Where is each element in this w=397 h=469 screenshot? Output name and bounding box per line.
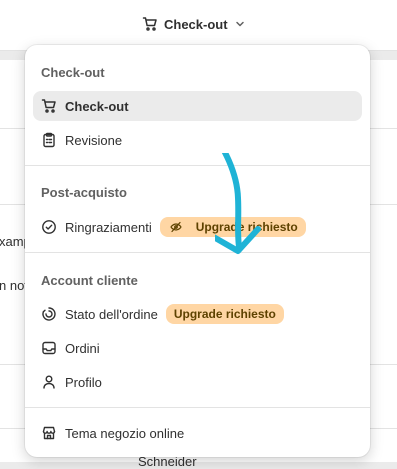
page-switcher-label: Check-out: [164, 16, 228, 32]
menu-item-tema-negozio[interactable]: Tema negozio online: [33, 418, 362, 448]
menu-item-label: Ordini: [65, 340, 100, 356]
annotation-arrow: [215, 153, 261, 254]
menu-item-revisione[interactable]: Revisione: [33, 125, 362, 155]
background-text: n not: [0, 278, 28, 293]
cart-icon: [142, 16, 158, 32]
section-divider: [25, 252, 370, 253]
menu-item-label: Tema negozio online: [65, 425, 185, 441]
section-title-account-cliente: Account cliente: [41, 273, 138, 288]
menu-item-profilo[interactable]: Profilo: [33, 367, 362, 397]
menu-item-checkout[interactable]: Check-out: [33, 91, 362, 121]
cart-icon: [41, 98, 57, 114]
inbox-icon: [41, 340, 57, 356]
menu-item-label: Revisione: [65, 132, 123, 148]
menu-item-label: Ringraziamenti: [65, 219, 152, 235]
section-title-post-acquisto: Post-acquisto: [41, 185, 127, 200]
clipboard-icon: [41, 132, 57, 148]
upgrade-required-badge: Upgrade richiesto: [159, 217, 306, 237]
page-dropdown-menu: Check-out Check-out Revisione Post-acqui…: [25, 45, 370, 457]
section-divider: [25, 407, 370, 408]
badge-label: Upgrade richiesto: [173, 307, 276, 321]
menu-item-label: Stato dell'ordine: [65, 306, 158, 322]
page-switcher[interactable]: Check-out: [142, 13, 246, 35]
check-circle-icon: [41, 219, 57, 235]
chevron-down-icon: [234, 18, 246, 30]
eye-slash-icon: [168, 219, 184, 235]
menu-item-ordini[interactable]: Ordini: [33, 333, 362, 363]
section-divider: [25, 165, 370, 166]
badge-label: Upgrade richiesto: [195, 220, 298, 234]
menu-item-stato-ordine[interactable]: Stato dell'ordine Upgrade richiesto: [33, 299, 362, 329]
menu-item-label: Check-out: [65, 98, 129, 114]
order-status-icon: [41, 306, 57, 322]
section-title-checkout: Check-out: [41, 65, 105, 80]
top-bar: Check-out: [0, 0, 397, 51]
store-icon: [41, 425, 57, 441]
menu-item-label: Profilo: [65, 374, 102, 390]
person-icon: [41, 374, 57, 390]
upgrade-required-badge: Upgrade richiesto: [165, 304, 284, 324]
menu-item-ringraziamenti[interactable]: Ringraziamenti Upgrade richiesto: [33, 212, 362, 242]
